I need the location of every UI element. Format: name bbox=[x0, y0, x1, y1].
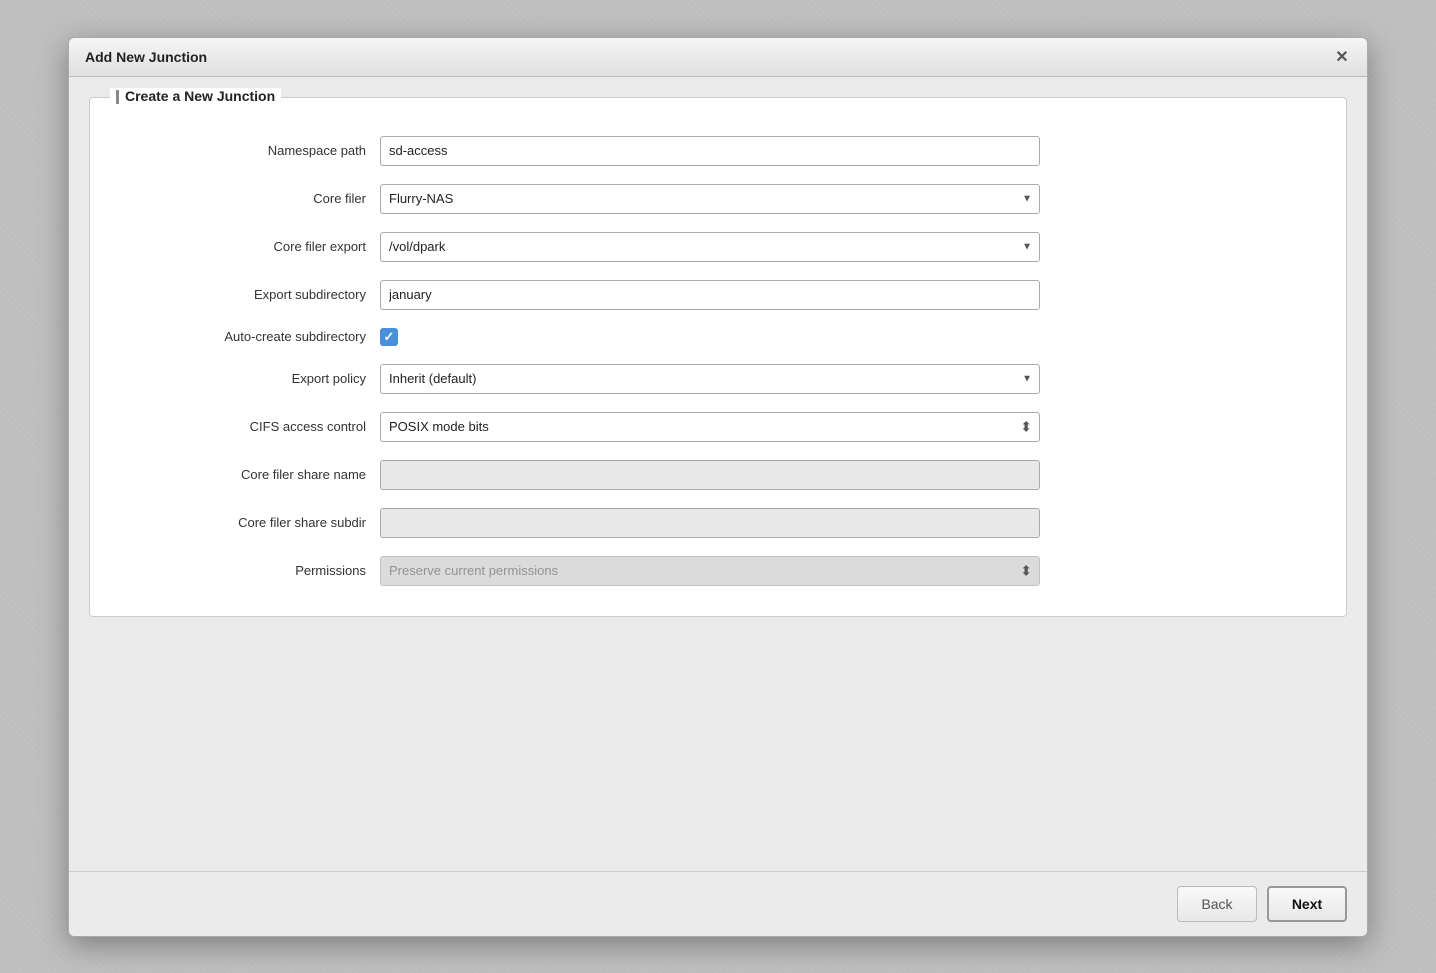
core-filer-export-label: Core filer export bbox=[120, 239, 380, 254]
permissions-label: Permissions bbox=[120, 563, 380, 578]
export-subdir-input[interactable] bbox=[380, 280, 1040, 310]
auto-create-row: Auto-create subdirectory bbox=[120, 328, 1316, 346]
core-filer-row: Core filer Flurry-NAS bbox=[120, 184, 1316, 214]
export-policy-select-wrapper: Inherit (default) bbox=[380, 364, 1040, 394]
export-policy-row: Export policy Inherit (default) bbox=[120, 364, 1316, 394]
cifs-access-control: POSIX mode bits bbox=[380, 412, 1040, 442]
export-subdir-control bbox=[380, 280, 1040, 310]
auto-create-checkbox-wrapper bbox=[380, 328, 1040, 346]
export-policy-select[interactable]: Inherit (default) bbox=[380, 364, 1040, 394]
next-button[interactable]: Next bbox=[1267, 886, 1347, 922]
export-policy-control: Inherit (default) bbox=[380, 364, 1040, 394]
namespace-path-input[interactable] bbox=[380, 136, 1040, 166]
section-title: Create a New Junction bbox=[110, 88, 281, 104]
core-filer-export-select[interactable]: /vol/dpark bbox=[380, 232, 1040, 262]
core-filer-export-row: Core filer export /vol/dpark bbox=[120, 232, 1316, 262]
auto-create-control bbox=[380, 328, 1040, 346]
share-name-label: Core filer share name bbox=[120, 467, 380, 482]
share-name-row: Core filer share name bbox=[120, 460, 1316, 490]
share-subdir-row: Core filer share subdir bbox=[120, 508, 1316, 538]
core-filer-control: Flurry-NAS bbox=[380, 184, 1040, 214]
share-subdir-label: Core filer share subdir bbox=[120, 515, 380, 530]
permissions-select-wrapper: Preserve current permissions bbox=[380, 556, 1040, 586]
share-name-input[interactable] bbox=[380, 460, 1040, 490]
auto-create-checkbox[interactable] bbox=[380, 328, 398, 346]
dialog-title: Add New Junction bbox=[85, 49, 207, 65]
core-filer-select[interactable]: Flurry-NAS bbox=[380, 184, 1040, 214]
auto-create-label: Auto-create subdirectory bbox=[120, 329, 380, 344]
dialog-body: Create a New Junction Namespace path Cor… bbox=[69, 77, 1367, 871]
core-filer-export-control: /vol/dpark bbox=[380, 232, 1040, 262]
cifs-access-label: CIFS access control bbox=[120, 419, 380, 434]
export-subdir-label: Export subdirectory bbox=[120, 287, 380, 302]
cifs-access-select[interactable]: POSIX mode bits bbox=[380, 412, 1040, 442]
form-section: Create a New Junction Namespace path Cor… bbox=[89, 97, 1347, 617]
dialog-titlebar: Add New Junction ✕ bbox=[69, 38, 1367, 77]
back-button[interactable]: Back bbox=[1177, 886, 1257, 922]
namespace-path-label: Namespace path bbox=[120, 143, 380, 158]
share-subdir-control bbox=[380, 508, 1040, 538]
core-filer-select-wrapper: Flurry-NAS bbox=[380, 184, 1040, 214]
export-policy-label: Export policy bbox=[120, 371, 380, 386]
share-subdir-input[interactable] bbox=[380, 508, 1040, 538]
cifs-access-row: CIFS access control POSIX mode bits bbox=[120, 412, 1316, 442]
close-button[interactable]: ✕ bbox=[1333, 48, 1351, 66]
namespace-path-row: Namespace path bbox=[120, 136, 1316, 166]
add-junction-dialog: Add New Junction ✕ Create a New Junction… bbox=[68, 37, 1368, 937]
permissions-control: Preserve current permissions bbox=[380, 556, 1040, 586]
export-subdir-row: Export subdirectory bbox=[120, 280, 1316, 310]
namespace-path-control bbox=[380, 136, 1040, 166]
permissions-row: Permissions Preserve current permissions bbox=[120, 556, 1316, 586]
core-filer-label: Core filer bbox=[120, 191, 380, 206]
cifs-access-select-wrapper: POSIX mode bits bbox=[380, 412, 1040, 442]
core-filer-export-select-wrapper: /vol/dpark bbox=[380, 232, 1040, 262]
share-name-control bbox=[380, 460, 1040, 490]
permissions-select[interactable]: Preserve current permissions bbox=[380, 556, 1040, 586]
dialog-footer: Back Next bbox=[69, 871, 1367, 936]
